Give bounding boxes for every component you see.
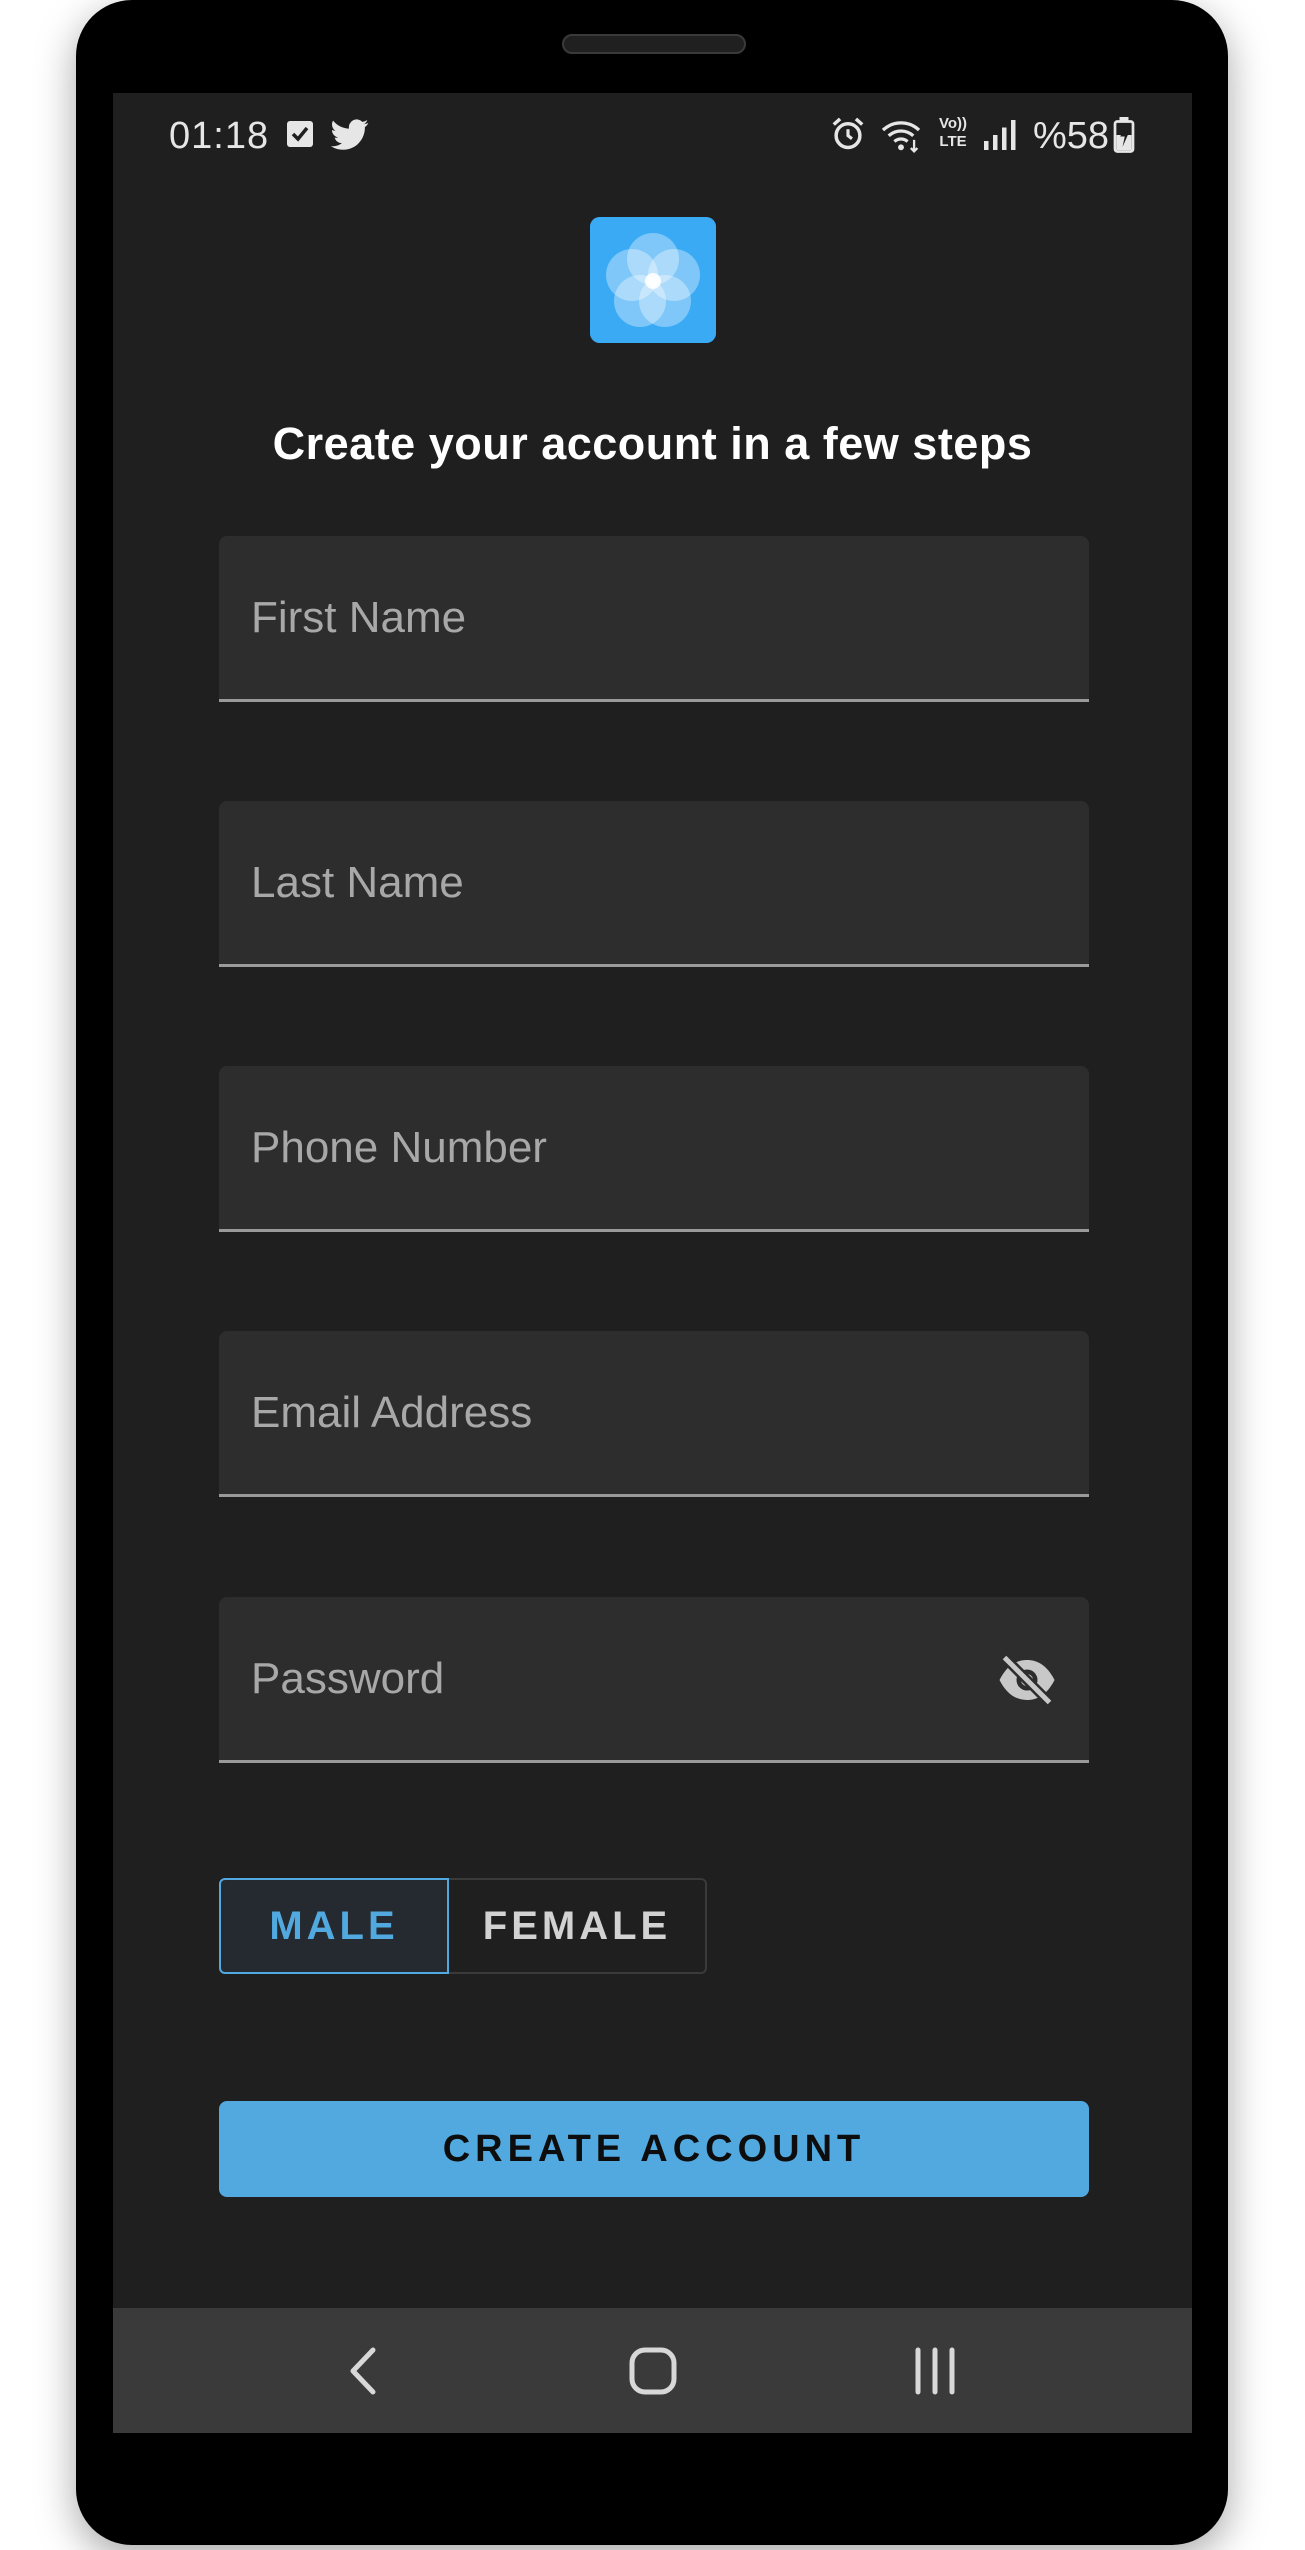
last-name-field[interactable] bbox=[219, 801, 1089, 967]
battery-percentage: %58 bbox=[1033, 115, 1110, 157]
twitter-icon bbox=[331, 119, 369, 150]
home-icon[interactable] bbox=[618, 2336, 688, 2406]
battery-charging-icon bbox=[1113, 117, 1135, 153]
gender-female-button[interactable]: FEMALE bbox=[449, 1878, 707, 1974]
phone-number-input[interactable] bbox=[219, 1066, 1089, 1229]
app-screen: 01:18 Vo)) LTE %58 Create your account i… bbox=[113, 93, 1192, 2433]
last-name-input[interactable] bbox=[219, 801, 1089, 964]
status-time: 01:18 bbox=[169, 115, 270, 157]
email-address-input[interactable] bbox=[219, 1331, 1089, 1494]
create-account-button[interactable]: CREATE ACCOUNT bbox=[219, 2101, 1089, 2197]
phone-number-field[interactable] bbox=[219, 1066, 1089, 1232]
alarm-icon bbox=[832, 117, 864, 150]
volte-bottom-label: LTE bbox=[939, 133, 967, 150]
eye-off-icon[interactable] bbox=[997, 1655, 1057, 1705]
back-icon[interactable] bbox=[331, 2336, 401, 2406]
password-field[interactable] bbox=[219, 1597, 1089, 1763]
wifi-icon bbox=[881, 121, 921, 153]
speaker-grille bbox=[562, 34, 746, 54]
signal-icon bbox=[984, 120, 1016, 150]
checkbox-notification-icon bbox=[287, 121, 313, 147]
first-name-field[interactable] bbox=[219, 536, 1089, 702]
email-address-field[interactable] bbox=[219, 1331, 1089, 1497]
gender-toggle-group: MALE FEMALE bbox=[219, 1878, 707, 1974]
page-title: Create your account in a few steps bbox=[272, 418, 1033, 469]
recents-icon[interactable] bbox=[900, 2336, 970, 2406]
volte-icon: Vo)) LTE bbox=[933, 115, 973, 155]
flower-logo-icon bbox=[590, 217, 716, 343]
password-input[interactable] bbox=[219, 1597, 1089, 1760]
status-bar: 01:18 Vo)) LTE %58 bbox=[113, 93, 1192, 183]
phone-frame: 01:18 Vo)) LTE %58 Create your account i… bbox=[76, 0, 1228, 2545]
first-name-input[interactable] bbox=[219, 536, 1089, 699]
navigation-bar bbox=[113, 2308, 1192, 2433]
volte-top-label: Vo)) bbox=[938, 115, 968, 132]
gender-male-button[interactable]: MALE bbox=[219, 1878, 449, 1974]
